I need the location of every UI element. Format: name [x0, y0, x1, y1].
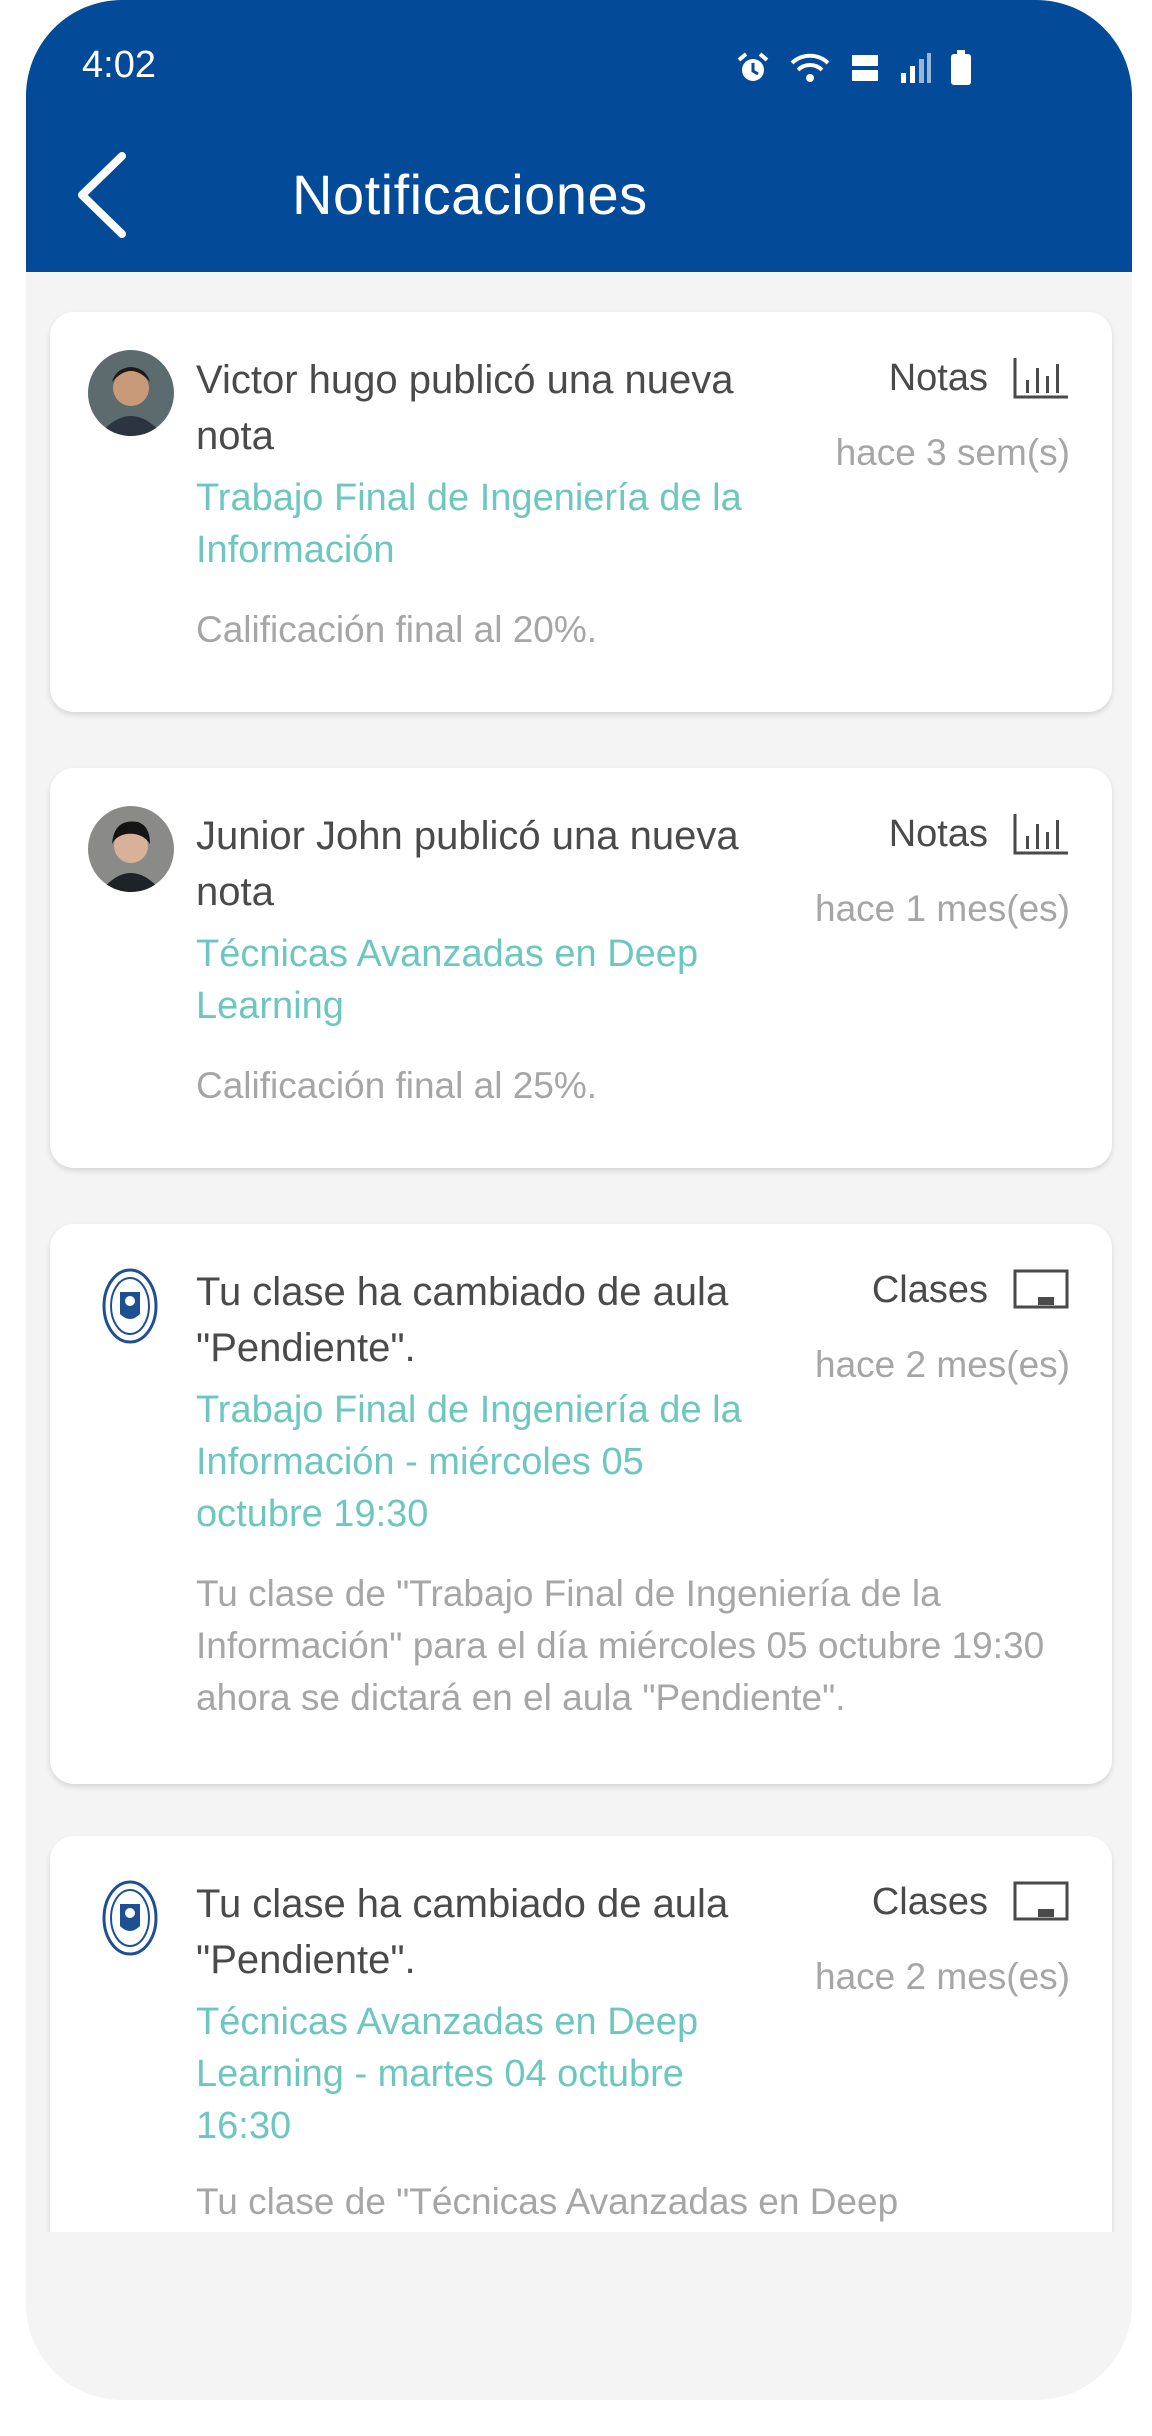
notification-type: Notas — [889, 812, 1070, 856]
avatar — [88, 806, 174, 892]
app-bar: 4:02 Notificaciones — [26, 0, 1132, 272]
notification-type-label: Clases — [871, 1268, 988, 1311]
wifi-icon — [790, 53, 830, 82]
signal-icon — [901, 53, 931, 83]
notification-type: Clases — [872, 1880, 1070, 1924]
time-ago: hace 3 sem(s) — [835, 432, 1070, 473]
notification-card[interactable]: Junior John publicó una nueva nota Técni… — [50, 768, 1112, 1168]
time-ago: hace 2 mes(es) — [815, 1956, 1070, 1997]
time-ago: hace 2 mes(es) — [815, 1344, 1070, 1385]
course-link[interactable]: Técnicas Avanzadas en Deep Learning - ma… — [196, 1996, 756, 2152]
volte-icon — [852, 55, 878, 81]
notification-detail: Tu clase de "Trabajo Final de Ingeniería… — [196, 1573, 1045, 1718]
notification-type-label: Clases — [871, 1880, 988, 1923]
notification-detail: Calificación final al 20%. — [196, 609, 598, 650]
classroom-board-icon — [1013, 1881, 1069, 1921]
page-title: Notificaciones — [292, 163, 648, 226]
university-logo-icon — [102, 1880, 158, 1956]
avatar — [88, 350, 174, 436]
notification-type: Notas — [889, 356, 1070, 400]
notification-card[interactable]: Tu clase ha cambiado de aula "Pendiente"… — [50, 1224, 1112, 1784]
notification-card[interactable]: Tu clase ha cambiado de aula "Pendiente"… — [50, 1836, 1112, 2232]
notification-detail: Tu clase de "Técnicas Avanzadas en Deep — [196, 2181, 899, 2222]
time-ago: hace 1 mes(es) — [815, 888, 1070, 929]
alarm-icon — [737, 52, 769, 81]
status-icons — [736, 50, 972, 86]
notification-type-label: Notas — [888, 812, 988, 855]
course-link[interactable]: Técnicas Avanzadas en Deep Learning — [196, 928, 756, 1032]
notification-detail: Calificación final al 25%. — [196, 1065, 598, 1106]
classroom-board-icon — [1013, 1269, 1069, 1309]
bar-chart-icon — [1013, 358, 1068, 399]
notification-headline: Tu clase ha cambiado de aula "Pendiente"… — [196, 1270, 729, 1370]
status-time: 4:02 — [82, 44, 156, 86]
phone-screen: 4:02 Notificaciones Victor hugo publicó … — [26, 0, 1132, 2400]
notification-headline: Junior John publicó una nueva nota — [196, 814, 739, 914]
notification-card[interactable]: Victor hugo publicó una nueva nota Traba… — [50, 312, 1112, 712]
bar-chart-icon — [1013, 814, 1068, 855]
notification-headline: Victor hugo publicó una nueva nota — [196, 358, 734, 458]
notification-list[interactable]: Victor hugo publicó una nueva nota Traba… — [26, 272, 1132, 2232]
back-arrow-icon[interactable] — [72, 150, 132, 240]
battery-icon — [951, 50, 971, 85]
course-link[interactable]: Trabajo Final de Ingeniería de la Inform… — [196, 472, 756, 576]
notification-headline: Tu clase ha cambiado de aula "Pendiente"… — [196, 1882, 729, 1982]
notification-type-label: Notas — [888, 356, 988, 399]
course-link[interactable]: Trabajo Final de Ingeniería de la Inform… — [196, 1384, 756, 1540]
notification-type: Clases — [872, 1268, 1070, 1312]
university-logo-icon — [102, 1268, 158, 1344]
